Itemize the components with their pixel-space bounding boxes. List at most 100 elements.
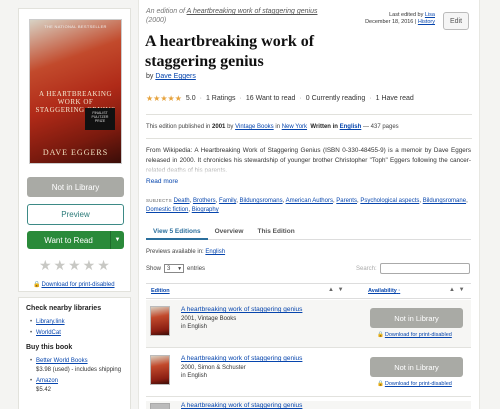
- download-print-disabled-text[interactable]: Download for print-disabled: [385, 332, 452, 338]
- last-edited-date: December 18, 2016: [365, 19, 414, 25]
- want-to-read-label[interactable]: Want to Read: [27, 236, 110, 245]
- libraries-card: Check nearby libraries Library.link Worl…: [18, 297, 131, 409]
- tab-view-editions[interactable]: View 5 Editions: [146, 226, 208, 240]
- table-row: A heartbreaking work of staggering geniu…: [146, 300, 471, 348]
- divider: [146, 114, 472, 115]
- list-item: WorldCat: [30, 329, 123, 338]
- rating-stars: ★★★★★: [146, 94, 182, 103]
- sort-arrows-icon[interactable]: ▲ ▼: [449, 287, 466, 293]
- publisher-link[interactable]: Vintage Books: [235, 124, 274, 130]
- subject-link[interactable]: Parents: [336, 198, 357, 204]
- edition-title-link[interactable]: A heartbreaking work of staggering geniu…: [181, 402, 302, 409]
- written-in-label: Written in: [310, 124, 338, 130]
- description-fade: [146, 162, 471, 174]
- download-print-disabled-link[interactable]: 🔒Download for print-disabled: [377, 381, 452, 387]
- download-print-disabled-text[interactable]: Download for print-disabled: [41, 282, 114, 288]
- cover-badge: FINALIST PULITZER PRIZE: [85, 108, 115, 130]
- col-edition[interactable]: Edition: [151, 288, 170, 294]
- pub-year: 2001: [212, 124, 226, 130]
- edit-button[interactable]: Edit: [443, 12, 469, 30]
- col-availability-label: Availability: [368, 288, 397, 294]
- nearby-libraries-heading: Check nearby libraries: [26, 305, 102, 312]
- publication-info: This edition published in 2001 by Vintag…: [146, 124, 399, 130]
- edition-cover-thumb[interactable]: [150, 355, 170, 385]
- work-link[interactable]: A heartbreaking work of staggering geniu…: [187, 8, 318, 15]
- history-link[interactable]: History: [418, 19, 435, 25]
- search-input[interactable]: [379, 263, 470, 274]
- rating-stats: ★★★★★ 5.0 · 1 Ratings · 16 Want to read …: [146, 94, 414, 103]
- tab-this-edition[interactable]: This Edition: [250, 226, 301, 240]
- edition-tabs: View 5 Editions Overview This Edition: [146, 226, 471, 240]
- preview-button[interactable]: Preview: [27, 204, 124, 225]
- download-print-disabled-link[interactable]: 🔒Download for print-disabled: [33, 281, 115, 288]
- worldcat-link[interactable]: WorldCat: [36, 330, 61, 336]
- language-link[interactable]: English: [340, 124, 362, 130]
- subject-link[interactable]: Family: [219, 198, 236, 204]
- table-header: Edition ▲ ▼ Availability · ▲ ▼: [146, 283, 471, 299]
- list-item: Amazon $5.42: [30, 377, 123, 395]
- subject-link[interactable]: Domestic fiction: [146, 207, 188, 213]
- lock-icon: 🔒: [377, 332, 384, 338]
- chevron-down-icon[interactable]: ▼: [110, 231, 124, 249]
- col-availability[interactable]: Availability ·: [368, 288, 400, 294]
- nearby-libraries-list: Library.link WorldCat: [30, 318, 123, 338]
- tab-overview[interactable]: Overview: [208, 226, 251, 240]
- download-print-disabled-text[interactable]: Download for print-disabled: [385, 381, 452, 387]
- subject-link[interactable]: Psychological aspects: [360, 198, 419, 204]
- subject-link[interactable]: Bildungsromane: [423, 198, 466, 204]
- cover-author-text: DAVE EGGERS: [42, 148, 109, 157]
- show-label: Show: [146, 265, 162, 272]
- previews-label: Previews available in:: [146, 249, 204, 255]
- amazon-link[interactable]: Amazon: [36, 378, 58, 384]
- rate-stars[interactable]: ★★★★★: [39, 257, 112, 274]
- pub-by: by: [227, 124, 234, 130]
- subject-link[interactable]: American Authors: [286, 198, 333, 204]
- lock-icon: 🔒: [33, 282, 41, 288]
- edition-meta: 2001, Vintage Books in English: [181, 315, 236, 331]
- want-to-read-button[interactable]: Want to Read ▼: [27, 231, 124, 249]
- edition-cover-thumb[interactable]: [150, 403, 170, 409]
- edition-language: in English: [181, 373, 208, 379]
- separator: ·: [239, 95, 242, 102]
- edition-cover-thumb[interactable]: [150, 306, 170, 336]
- subject-link[interactable]: Brothers: [193, 198, 216, 204]
- main-content: An edition of A heartbreaking work of st…: [138, 0, 480, 409]
- edition-year-publisher: 2000, Simon & Schuster: [181, 365, 246, 371]
- subject-link[interactable]: Biography: [192, 207, 219, 213]
- table-row: A heartbreaking work of staggering geniu…: [146, 401, 471, 409]
- edition-year: (2000): [146, 17, 167, 24]
- previews-language-link[interactable]: English: [205, 249, 225, 255]
- separator: ·: [299, 95, 302, 102]
- have-read-count: 1 Have read: [375, 95, 414, 102]
- author-link[interactable]: Dave Eggers: [155, 73, 195, 80]
- read-more-link[interactable]: Read more: [146, 178, 178, 185]
- table-row: A heartbreaking work of staggering geniu…: [146, 349, 471, 397]
- by-label: by: [146, 73, 154, 80]
- download-print-disabled-link[interactable]: 🔒Download for print-disabled: [377, 332, 452, 338]
- list-item: Better World Books $3.98 (used) - include…: [30, 357, 123, 375]
- last-edited-user[interactable]: Lisa: [425, 12, 435, 18]
- byline: by Dave Eggers: [146, 73, 196, 80]
- library-link[interactable]: Library.link: [36, 319, 65, 325]
- entries-select[interactable]: 3 ▼: [164, 264, 185, 273]
- lock-icon: 🔒: [377, 381, 384, 387]
- ratings-count: 1 Ratings: [205, 95, 236, 102]
- edition-of-line: An edition of A heartbreaking work of st…: [146, 8, 317, 15]
- book-cover-image[interactable]: THE NATIONAL BESTSELLER A HEARTBREAKING …: [29, 19, 122, 164]
- page-count: — 437 pages: [362, 124, 399, 130]
- book-title: A heartbreaking work of staggering geniu…: [145, 33, 315, 70]
- place-link[interactable]: New York: [282, 124, 307, 130]
- not-in-library-button[interactable]: Not in Library: [27, 177, 124, 197]
- edition-title-link[interactable]: A heartbreaking work of staggering geniu…: [181, 306, 302, 313]
- show-entries: Show 3 ▼ entries: [146, 264, 205, 273]
- better-world-books-link[interactable]: Better World Books: [36, 358, 88, 364]
- edition-title-link[interactable]: A heartbreaking work of staggering geniu…: [181, 355, 302, 362]
- subject-link[interactable]: Death: [174, 198, 190, 204]
- buy-book-heading: Buy this book: [26, 344, 73, 351]
- last-edited-sep: |: [414, 19, 417, 25]
- subject-link[interactable]: Bildungsromans: [240, 198, 283, 204]
- not-in-library-button[interactable]: Not in Library: [370, 308, 463, 328]
- sort-arrows-icon[interactable]: ▲ ▼: [328, 287, 345, 293]
- amazon-price: $5.42: [36, 387, 52, 393]
- not-in-library-button[interactable]: Not in Library: [370, 357, 463, 377]
